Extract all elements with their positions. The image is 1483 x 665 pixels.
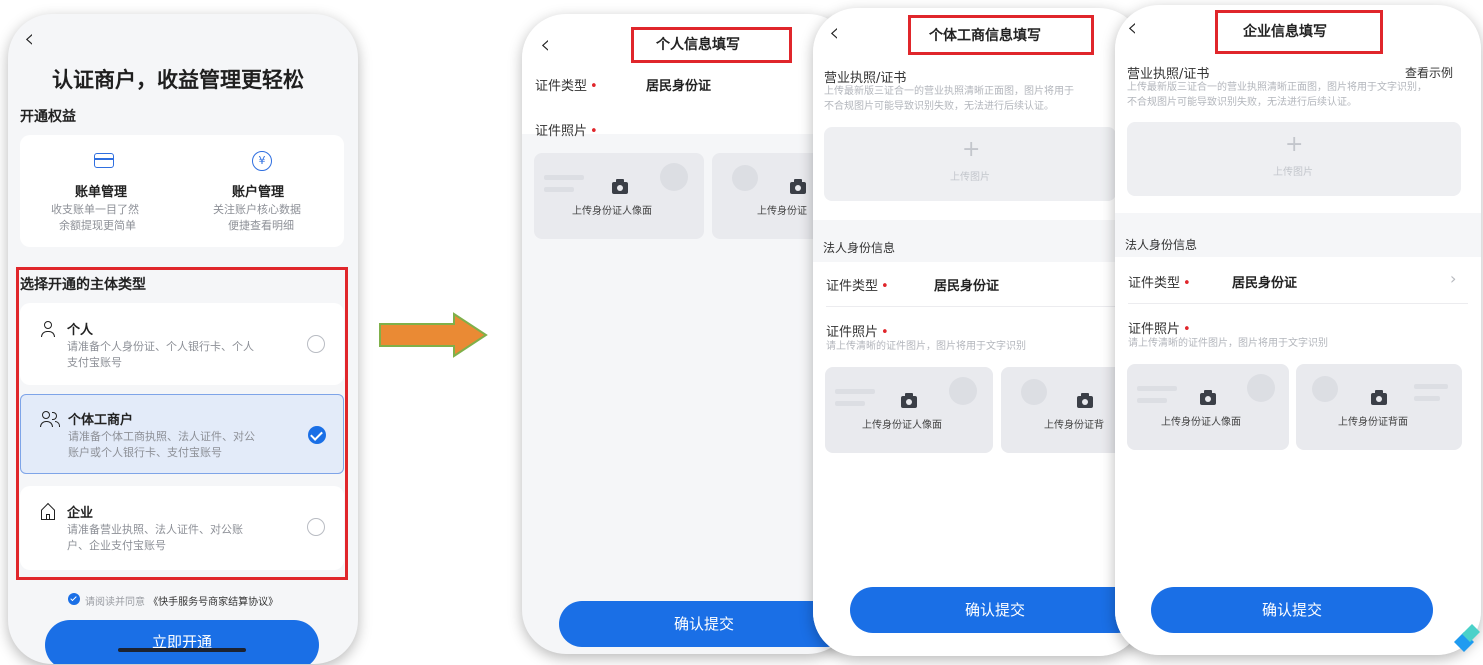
license-label: 营业执照/证书	[824, 71, 907, 86]
id-photo-hint: 请上传清晰的证件图片，图片将用于文字识别	[1128, 338, 1328, 349]
upload-id-back-label: 上传身份证背	[1044, 420, 1104, 431]
upload-id-back-label: 上传身份证背面	[1338, 417, 1408, 428]
upload-id-front-label: 上传身份证人像面	[572, 206, 652, 217]
id-photo-hint: 请上传清晰的证件图片，图片将用于文字识别	[826, 341, 1026, 352]
legal-person-section: 法人身份信息	[1125, 238, 1198, 252]
brand-logo-icon	[1450, 618, 1480, 658]
upload-license[interactable]: + 上传图片	[824, 127, 1116, 201]
plus-icon: +	[962, 137, 981, 162]
benefits-title: 开通权益	[20, 109, 76, 125]
license-hint-line2: 不合规图片可能导致识别失败，无法进行后续认证。	[1127, 97, 1357, 108]
id-photo-label: 证件照片 •	[1128, 322, 1191, 337]
upload-id-front[interactable]: 上传身份证人像面	[534, 153, 704, 239]
page-title: 认证商户，收益管理更轻松	[52, 68, 304, 92]
benefit-desc-account-1: 关注账户核心数据	[213, 203, 301, 216]
benefit-title-bill: 账单管理	[75, 185, 128, 200]
phone-individual-business-info: ‹ 个体工商信息填写 营业执照/证书 查 上传最新版三证合一的营业执照清晰正面图…	[813, 8, 1143, 656]
camera-icon	[612, 179, 628, 194]
upload-id-front-label: 上传身份证人像面	[862, 420, 942, 431]
page-title: 个人信息填写	[656, 37, 740, 53]
page-title: 企业信息填写	[1243, 24, 1327, 40]
chevron-right-icon[interactable]: ›	[1450, 269, 1456, 288]
highlight-box	[16, 267, 348, 580]
id-type-value[interactable]: 居民身份证	[646, 75, 711, 94]
benefit-desc-bill-2: 余额提现更简单	[59, 219, 136, 232]
id-type-value[interactable]: 居民身份证	[1232, 272, 1297, 291]
bill-card-icon	[94, 153, 114, 168]
view-example-link[interactable]: 查看示例	[1405, 64, 1453, 81]
license-hint-line2: 不合规图片可能导致识别失败，无法进行后续认证。	[824, 101, 1054, 112]
id-type-label: 证件类型 •	[826, 279, 889, 294]
back-chevron-icon[interactable]: ‹	[1127, 15, 1137, 41]
license-hint-line1: 上传最新版三证合一的营业执照清晰正面图，图片将用于文字识别，	[1127, 82, 1427, 93]
id-type-value[interactable]: 居民身份证	[934, 275, 999, 294]
phone-merchant-certification: ‹ 认证商户，收益管理更轻松 开通权益 账单管理 收支账单一目了然 余额提现更简…	[8, 14, 358, 664]
id-type-label: 证件类型 •	[1128, 276, 1191, 291]
benefit-desc-bill-1: 收支账单一目了然	[51, 203, 139, 216]
id-type-label: 证件类型 •	[535, 79, 598, 94]
upload-id-back[interactable]: 上传身份证背面	[1296, 364, 1462, 450]
benefit-title-account: 账户管理	[232, 185, 285, 200]
open-now-button[interactable]: 立即开通	[45, 620, 319, 664]
benefit-desc-account-2: 便捷查看明细	[228, 219, 294, 232]
confirm-submit-button[interactable]: 确认提交	[559, 601, 849, 647]
composite-stage: ‹ 认证商户，收益管理更轻松 开通权益 账单管理 收支账单一目了然 余额提现更简…	[0, 0, 1483, 665]
upload-image-label: 上传图片	[1273, 167, 1313, 178]
legal-person-section: 法人身份信息	[823, 241, 896, 255]
phone-enterprise-info: ‹ 企业信息填写 营业执照/证书 查看示例 上传最新版三证合一的营业执照清晰正面…	[1115, 5, 1481, 655]
id-photo-label: 证件照片 •	[535, 124, 598, 139]
license-label: 营业执照/证书	[1127, 67, 1210, 82]
home-indicator	[118, 648, 246, 652]
camera-icon	[901, 393, 917, 408]
yuan-circle-icon: ¥	[252, 151, 272, 171]
agreement-prefix: 请阅读并同意	[85, 597, 145, 608]
camera-icon	[1371, 390, 1387, 405]
back-chevron-icon[interactable]: ‹	[540, 32, 550, 58]
camera-icon	[1077, 393, 1093, 408]
agreement-text: 请阅读并同意 《快手服务号商家结算协议》	[85, 593, 278, 608]
upload-id-front[interactable]: 上传身份证人像面	[1127, 364, 1289, 450]
upload-id-back-label: 上传身份证	[757, 206, 807, 217]
upload-id-front[interactable]: 上传身份证人像面	[825, 367, 993, 453]
id-photo-label: 证件照片 •	[826, 325, 889, 340]
flow-arrow-icon	[378, 312, 490, 358]
license-hint-line1: 上传最新版三证合一的营业执照清晰正面图，图片将用于	[824, 86, 1074, 97]
upload-image-label: 上传图片	[950, 172, 990, 183]
upload-license[interactable]: + 上传图片	[1127, 122, 1461, 196]
page-title: 个体工商信息填写	[929, 28, 1041, 44]
agreement-link[interactable]: 《快手服务号商家结算协议》	[148, 597, 278, 608]
benefits-card: 账单管理 收支账单一目了然 余额提现更简单 ¥ 账户管理 关注账户核心数据 便捷…	[20, 135, 344, 247]
phone-personal-info: ‹ 个人信息填写 证件类型 • 居民身份证 证件照片 • 上传身份证人像面 上传身份…	[522, 14, 852, 654]
camera-icon	[1200, 390, 1216, 405]
confirm-submit-button[interactable]: 确认提交	[1151, 587, 1433, 633]
back-chevron-icon[interactable]: ‹	[24, 26, 34, 52]
back-chevron-icon[interactable]: ‹	[829, 20, 839, 46]
agreement-checkbox-icon[interactable]	[68, 593, 80, 605]
upload-id-front-label: 上传身份证人像面	[1161, 417, 1241, 428]
confirm-submit-button[interactable]: 确认提交	[850, 587, 1140, 633]
camera-icon	[790, 179, 806, 194]
plus-icon: +	[1285, 132, 1304, 157]
